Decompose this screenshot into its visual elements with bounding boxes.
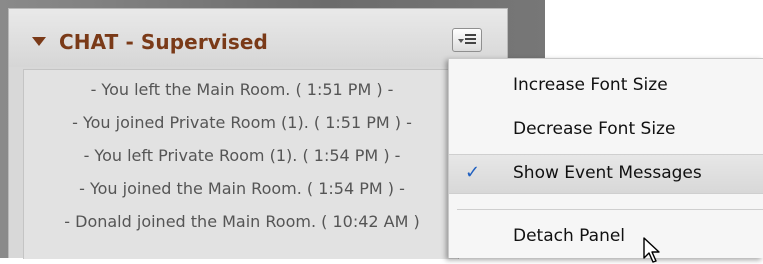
- chevron-down-icon: [458, 39, 464, 43]
- menu-item-label: Decrease Font Size: [513, 119, 676, 139]
- chat-panel: CHAT - Supervised - You left the Main Ro…: [8, 8, 508, 259]
- menu-item-increase-font-size[interactable]: Increase Font Size: [449, 67, 763, 107]
- panel-menu-button[interactable]: [452, 28, 482, 52]
- menu-separator: [457, 209, 763, 210]
- checkmark-icon: ✓: [465, 162, 481, 183]
- menu-item-decrease-font-size[interactable]: Decrease Font Size: [449, 111, 763, 151]
- event-message: - You joined the Main Room. ( 1:54 PM ) …: [79, 179, 405, 198]
- menu-list-icon: [465, 34, 476, 46]
- panel-options-menu: Increase Font Size Decrease Font Size ✓ …: [448, 58, 763, 263]
- menu-item-label: Detach Panel: [513, 226, 626, 246]
- chat-message-area[interactable]: - You left the Main Room. ( 1:51 PM ) - …: [23, 69, 459, 259]
- menu-item-label: Increase Font Size: [513, 75, 668, 95]
- event-message: - Donald joined the Main Room. ( 10:42 A…: [64, 212, 420, 231]
- panel-title: CHAT - Supervised: [59, 30, 268, 54]
- mouse-pointer-icon: [643, 237, 660, 263]
- event-message: - You left the Main Room. ( 1:51 PM ) -: [90, 80, 394, 99]
- event-message: - You joined Private Room (1). ( 1:51 PM…: [72, 113, 412, 132]
- triangle-down-icon[interactable]: [32, 37, 46, 46]
- menu-item-detach-panel[interactable]: Detach Panel: [449, 218, 763, 258]
- event-message: - You left Private Room (1). ( 1:54 PM )…: [83, 146, 401, 165]
- menu-item-label: Show Event Messages: [513, 163, 702, 183]
- panel-header: CHAT - Supervised: [9, 9, 507, 67]
- menu-item-show-event-messages[interactable]: ✓ Show Event Messages: [449, 154, 763, 194]
